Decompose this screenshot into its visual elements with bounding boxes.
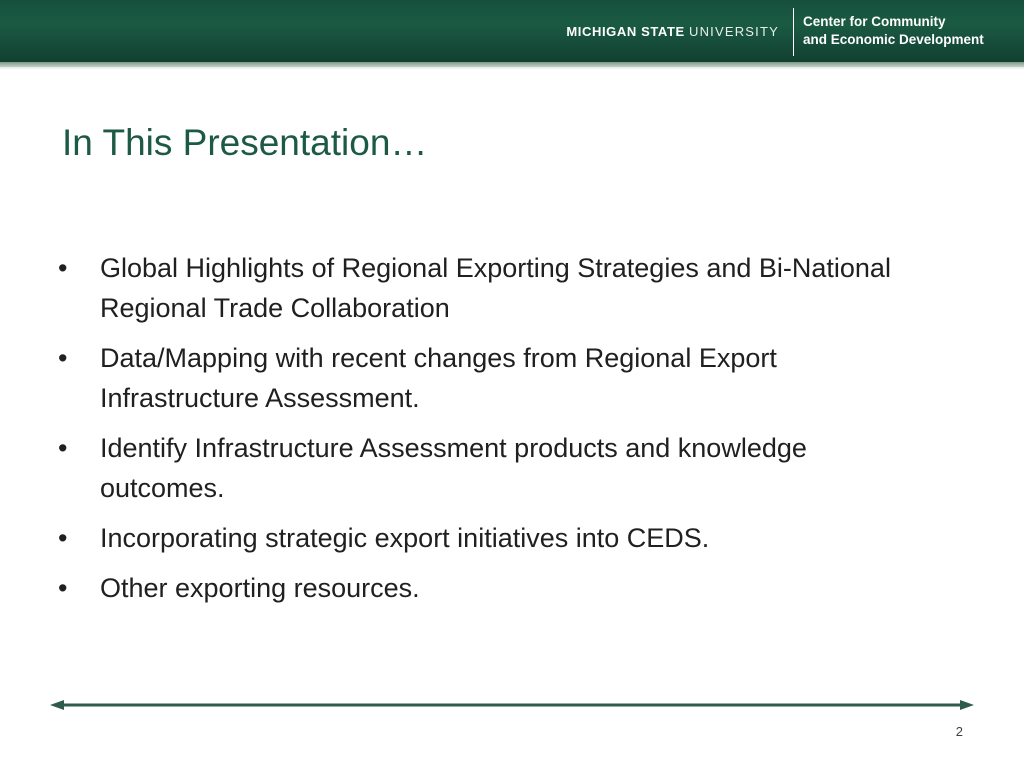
footer-arrow-right-icon xyxy=(960,700,974,710)
center-logo-line-1: Center for Community xyxy=(803,14,946,29)
bullet-dot: • xyxy=(58,253,68,283)
msu-wordmark-light: UNIVERSITY xyxy=(688,24,779,39)
slide-title: In This Presentation… xyxy=(62,122,428,163)
footer-arrow-line xyxy=(50,700,974,710)
bullet-dot: • xyxy=(58,433,68,463)
msu-wordmark-logo: MICHIGAN STATE UNIVERSITY xyxy=(566,24,779,39)
bullet-text: Identify Infrastructure Assessment produ… xyxy=(100,433,807,503)
bullet-text: Global Highlights of Regional Exporting … xyxy=(100,253,891,323)
center-logo-line-2: and Economic Development xyxy=(803,32,984,47)
bullet-text: Data/Mapping with recent changes from Re… xyxy=(100,343,777,413)
bullet-text: Other exporting resources. xyxy=(100,573,420,603)
msu-wordmark-bold: MICHIGAN STATE xyxy=(566,24,685,39)
bullet-item: • Incorporating strategic export initiat… xyxy=(58,518,938,558)
bullet-dot: • xyxy=(58,523,68,553)
bullet-item: • Data/Mapping with recent changes from … xyxy=(58,338,938,418)
bullet-item: • Global Highlights of Regional Exportin… xyxy=(58,248,938,328)
bullet-text: Incorporating strategic export initiativ… xyxy=(100,523,710,553)
bullet-list: • Global Highlights of Regional Exportin… xyxy=(58,248,938,618)
header-stripe-fade xyxy=(0,67,1024,70)
bullet-item: • Identify Infrastructure Assessment pro… xyxy=(58,428,938,508)
bullet-item: • Other exporting resources. xyxy=(58,568,938,608)
center-logo: Center for Community and Economic Develo… xyxy=(803,13,984,49)
footer-arrow-left-icon xyxy=(50,700,64,710)
logo-divider xyxy=(793,8,794,56)
page-number: 2 xyxy=(955,724,963,739)
bullet-dot: • xyxy=(58,573,68,603)
bullet-dot: • xyxy=(58,343,68,373)
